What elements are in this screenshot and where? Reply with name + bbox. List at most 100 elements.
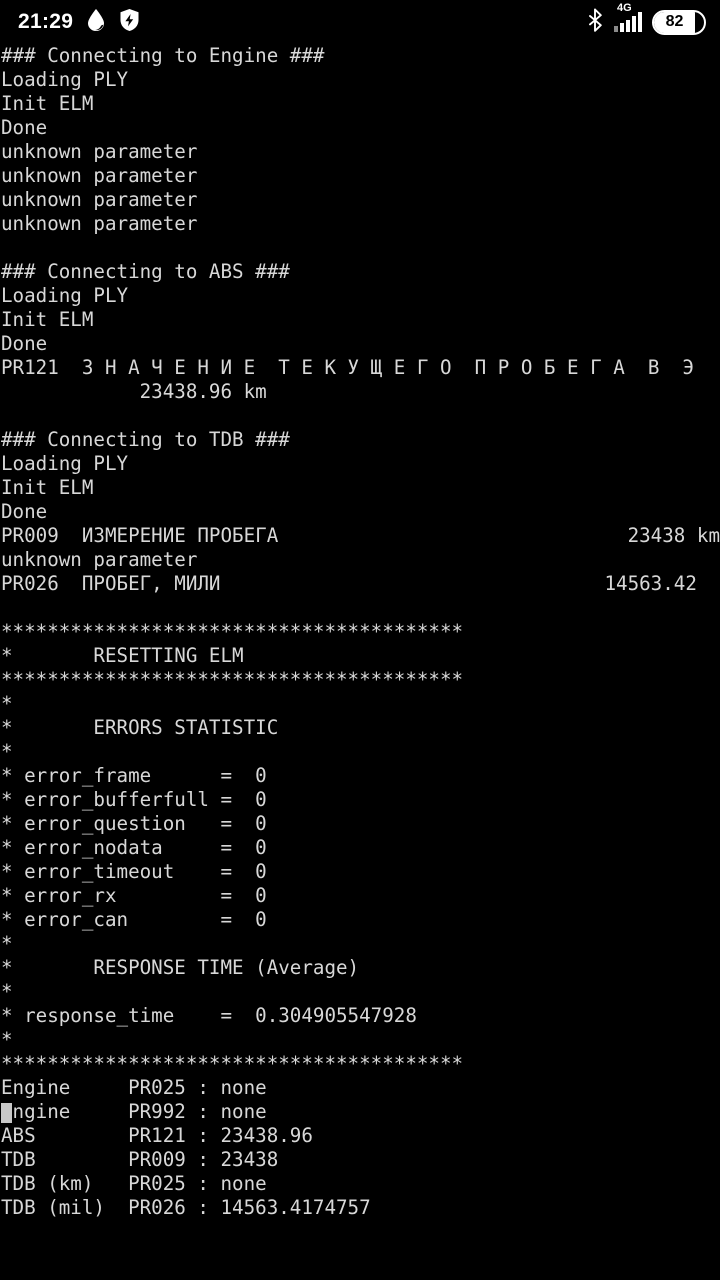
terminal-line: * xyxy=(0,980,720,1004)
terminal-line: unknown parameter xyxy=(0,548,720,572)
terminal-line-text: **************************************** xyxy=(1,1052,464,1075)
terminal-line-text: ### Connecting to TDB ### xyxy=(1,428,290,451)
terminal-line-text: * xyxy=(1,932,13,955)
terminal-line-text: ### Connecting to Engine ### xyxy=(1,44,325,67)
terminal-line: unknown parameter xyxy=(0,188,720,212)
terminal-line: **************************************** xyxy=(0,668,720,692)
status-bar-clock: 21:29 xyxy=(18,10,74,33)
terminal-line-text: * ERRORS STATISTIC xyxy=(1,716,279,739)
terminal-line-text: TDB (km) PR025 : none xyxy=(1,1172,267,1195)
terminal-line: TDB (mil) PR026 : 14563.4174757 xyxy=(0,1196,720,1220)
terminal-line-text: * xyxy=(1,980,13,1003)
terminal-line-text: PR121 З Н А Ч Е Н И Е Т Е К У Щ Е Г О П … xyxy=(1,356,695,379)
terminal-line: * error_nodata = 0 xyxy=(0,836,720,860)
terminal-line: Loading PLY xyxy=(0,284,720,308)
terminal-line-text: Done xyxy=(1,332,48,355)
terminal-line: ### Connecting to Engine ### xyxy=(0,44,720,68)
terminal-line: PR009 ИЗМЕРЕНИЕ ПРОБЕГА 23438 km xyxy=(0,524,720,548)
terminal-line-text: * response_time = 0.304905547928 xyxy=(1,1004,417,1027)
terminal-line: * error_question = 0 xyxy=(0,812,720,836)
terminal-line: **************************************** xyxy=(0,620,720,644)
terminal-line-text: Engine PR992 : none xyxy=(1,1100,267,1123)
terminal-line: * ERRORS STATISTIC xyxy=(0,716,720,740)
terminal-line-text: TDB PR009 : 23438 xyxy=(1,1148,279,1171)
terminal-line-text: unknown parameter xyxy=(1,548,198,571)
terminal-line: TDB PR009 : 23438 xyxy=(0,1148,720,1172)
terminal-line-text: ### Connecting to ABS ### xyxy=(1,260,290,283)
terminal-line: * RESPONSE TIME (Average) xyxy=(0,956,720,980)
terminal-line: unknown parameter xyxy=(0,140,720,164)
terminal-line: Engine PR992 : none xyxy=(0,1100,720,1124)
terminal-line: Init ELM xyxy=(0,476,720,500)
terminal-line-text: * RESETTING ELM xyxy=(1,644,244,667)
terminal-line: * error_timeout = 0 xyxy=(0,860,720,884)
terminal-line-text: **************************************** xyxy=(1,668,464,691)
terminal-line-text: Init ELM xyxy=(1,308,94,331)
terminal-line: Done xyxy=(0,332,720,356)
terminal-line: * error_can = 0 xyxy=(0,908,720,932)
terminal-line: PR026 ПРОБЕГ, МИЛИ 14563.42 xyxy=(0,572,720,596)
terminal-line-value: 14563.42 xyxy=(604,572,720,595)
terminal-line-text: PR009 ИЗМЕРЕНИЕ ПРОБЕГА xyxy=(1,524,279,547)
terminal-line: Init ELM xyxy=(0,92,720,116)
terminal-line-text: Loading PLY xyxy=(1,284,129,307)
terminal-line-text: * error_frame = 0 xyxy=(1,764,267,787)
bluetooth-icon xyxy=(588,8,604,36)
terminal-line: Init ELM xyxy=(0,308,720,332)
terminal-line-text: unknown parameter xyxy=(1,140,198,163)
terminal-line-text: Engine PR025 : none xyxy=(1,1076,267,1099)
terminal-line-text: * error_question = 0 xyxy=(1,812,267,835)
terminal-line: ### Connecting to ABS ### xyxy=(0,260,720,284)
terminal-line: * error_bufferfull = 0 xyxy=(0,788,720,812)
terminal-line: ### Connecting to TDB ### xyxy=(0,428,720,452)
terminal-cursor xyxy=(1,1103,12,1123)
terminal-line: Loading PLY xyxy=(0,68,720,92)
terminal-line-text: unknown parameter xyxy=(1,188,198,211)
terminal-line-text: * xyxy=(1,692,13,715)
terminal-line-text: Loading PLY xyxy=(1,452,129,475)
terminal-line: TDB (km) PR025 : none xyxy=(0,1172,720,1196)
terminal-line: Engine PR025 : none xyxy=(0,1076,720,1100)
terminal-line: PR121 З Н А Ч Е Н И Е Т Е К У Щ Е Г О П … xyxy=(0,356,720,380)
status-bar-right-group: 4G 82 xyxy=(588,3,706,36)
terminal-line-text: * xyxy=(1,740,13,763)
cellular-signal-icon: 4G xyxy=(614,3,642,32)
terminal-line: ABS PR121 : 23438.96 xyxy=(0,1124,720,1148)
terminal-line: Done xyxy=(0,500,720,524)
signal-bars xyxy=(614,12,642,32)
terminal-line-text: unknown parameter xyxy=(1,212,198,235)
terminal-line: * error_frame = 0 xyxy=(0,764,720,788)
shield-security-icon xyxy=(119,8,140,36)
terminal-line: * xyxy=(0,932,720,956)
terminal-line-text: * error_can = 0 xyxy=(1,908,267,931)
status-bar-left-group: 21:29 xyxy=(18,8,140,36)
terminal-line-text: TDB (mil) PR026 : 14563.4174757 xyxy=(1,1196,371,1219)
terminal-line-text: * error_timeout = 0 xyxy=(1,860,267,883)
terminal-line: * xyxy=(0,692,720,716)
terminal-line-text: Done xyxy=(1,500,48,523)
terminal-line-value: 23438 km xyxy=(627,524,720,547)
terminal-line-text: * error_bufferfull = 0 xyxy=(1,788,267,811)
terminal-line-text: PR026 ПРОБЕГ, МИЛИ xyxy=(1,572,221,595)
terminal-line: * xyxy=(0,740,720,764)
terminal-line-text: 23438.96 km xyxy=(1,380,267,403)
network-type-label: 4G xyxy=(617,2,632,14)
battery-indicator: 82 xyxy=(652,9,706,35)
terminal-line-text: Init ELM xyxy=(1,476,94,499)
terminal-line-text: **************************************** xyxy=(1,620,464,643)
terminal-line-text: Init ELM xyxy=(1,92,94,115)
terminal-line: 23438.96 km xyxy=(0,380,720,404)
terminal-output-console[interactable]: ### Connecting to Engine ### Loading PLY I… xyxy=(0,44,720,1280)
terminal-line-text: * xyxy=(1,1028,13,1051)
terminal-line: * xyxy=(0,1028,720,1052)
terminal-line-text: Done xyxy=(1,116,48,139)
terminal-line-text: unknown parameter xyxy=(1,164,198,187)
terminal-line: Loading PLY xyxy=(0,452,720,476)
terminal-line-text: Loading PLY xyxy=(1,68,129,91)
terminal-line: * RESETTING ELM xyxy=(0,644,720,668)
terminal-line: * response_time = 0.304905547928 xyxy=(0,1004,720,1028)
status-bar: 21:29 4G 82 xyxy=(0,0,720,44)
terminal-line: unknown parameter xyxy=(0,164,720,188)
